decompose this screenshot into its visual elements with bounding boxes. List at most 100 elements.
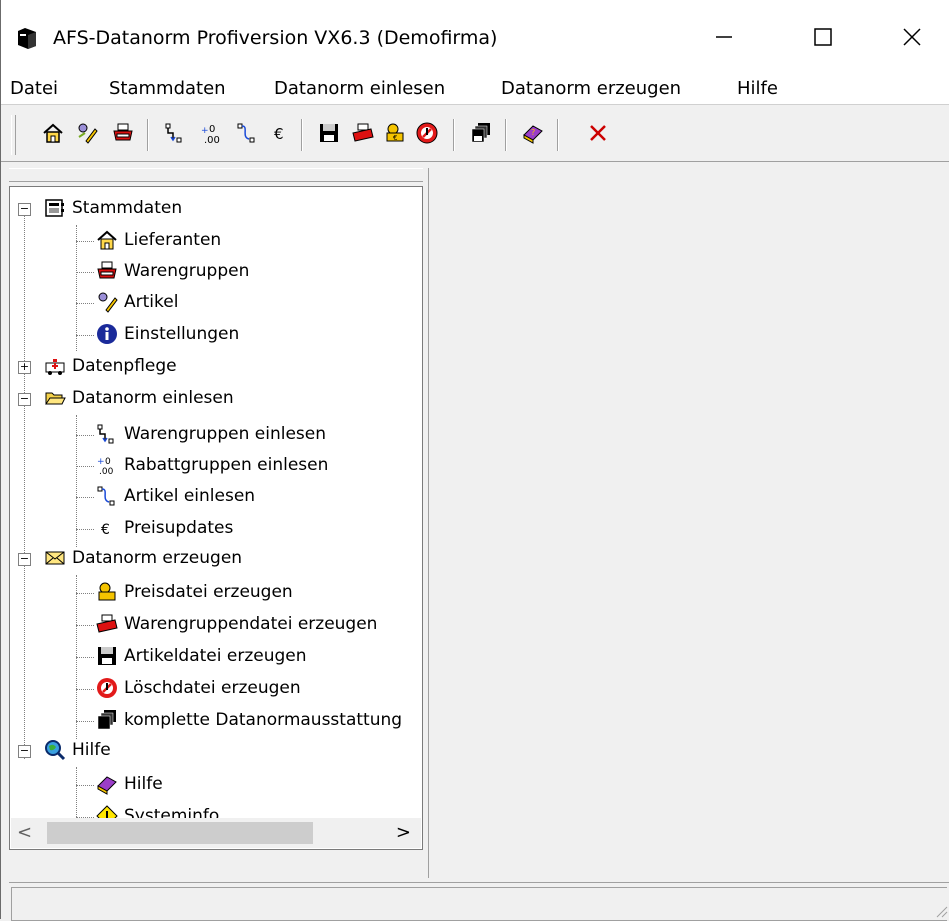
- toolbar: + 0 .00 € € ?: [1, 104, 949, 162]
- toolbar-komplett-button[interactable]: [467, 119, 495, 147]
- tree-line: [76, 225, 77, 351]
- close-icon: [903, 28, 921, 46]
- toolbar-warengruppendatei-button[interactable]: [349, 119, 377, 147]
- tree-label: Datanorm erzeugen: [72, 548, 243, 568]
- horizontal-scrollbar[interactable]: < >: [11, 818, 421, 848]
- tree-label: komplette Datanormausstattung: [124, 710, 403, 730]
- import-groups-icon: [165, 123, 182, 143]
- tree-label: Warengruppendatei erzeugen: [124, 614, 378, 634]
- svg-text:+: +: [97, 457, 105, 467]
- price-file-icon: [98, 582, 116, 601]
- tree-label: Artikeldatei erzeugen: [124, 646, 307, 666]
- tree-line: [76, 435, 94, 436]
- svg-text:.00: .00: [99, 467, 114, 476]
- close-button[interactable]: [889, 14, 935, 60]
- floppy-disk-icon: [320, 124, 338, 142]
- tree-line: [76, 466, 94, 467]
- delete-file-icon: [416, 122, 438, 144]
- edit-icon: [78, 123, 98, 144]
- toolbar-preisdatei-button[interactable]: €: [381, 119, 409, 147]
- tree-line: [76, 721, 94, 722]
- printer-red-icon: [352, 123, 374, 142]
- app-window: AFS-Datanorm Profiversion VX6.3 (Demofir…: [0, 0, 949, 921]
- tree-line: [76, 497, 94, 498]
- tree-line: [76, 241, 94, 242]
- printer-icon: [97, 261, 117, 279]
- printer-icon: [113, 123, 133, 141]
- status-bar: [9, 882, 949, 921]
- svg-text:€: €: [274, 125, 284, 143]
- menu-datei[interactable]: Datei: [10, 76, 58, 104]
- scroll-right-button[interactable]: >: [396, 822, 411, 843]
- toolbar-separator: [453, 119, 455, 151]
- close-x-icon: [590, 125, 606, 141]
- toolbar-separator: [557, 119, 559, 151]
- resize-grip-icon[interactable]: [934, 904, 948, 918]
- toolbar-loeschdatei-button[interactable]: [413, 119, 441, 147]
- envelope-icon: [45, 551, 65, 565]
- edit-icon: [98, 292, 118, 313]
- toolbar-warengruppen-einlesen-button[interactable]: [161, 119, 189, 147]
- import-articles-icon: [237, 123, 255, 143]
- tree-label: Artikel: [124, 292, 179, 312]
- scrollbar-thumb[interactable]: [47, 822, 313, 844]
- toolbar-separator: [505, 119, 507, 151]
- help-book-icon: ?: [523, 125, 543, 144]
- menu-datanorm-erzeugen[interactable]: Datanorm erzeugen: [501, 76, 681, 104]
- tree-line: [76, 657, 94, 658]
- toolbar-lieferanten-button[interactable]: [39, 119, 67, 147]
- toolbar-rabattgruppen-button[interactable]: + 0 .00: [197, 119, 225, 147]
- home-icon: [97, 230, 117, 250]
- toolbar-separator: [301, 119, 303, 151]
- complete-export-icon: [97, 710, 116, 730]
- toolbar-grip[interactable]: [11, 115, 16, 155]
- tree-line: [24, 209, 25, 759]
- toolbar-beenden-button[interactable]: [584, 119, 612, 147]
- printer-red-icon: [96, 614, 118, 633]
- navigation-panel: − + − − − Stammdaten Lieferanten Warengr…: [9, 168, 423, 878]
- toolbar-artikeldatei-button[interactable]: [315, 119, 343, 147]
- toolbar-warengruppen-button[interactable]: [109, 119, 137, 147]
- maximize-button[interactable]: [800, 14, 846, 60]
- scroll-left-button[interactable]: <: [17, 822, 32, 843]
- tree-line: [76, 272, 94, 273]
- toolbar-preisupdates-button[interactable]: €: [265, 119, 293, 147]
- toolbar-hilfe-button[interactable]: ?: [519, 119, 547, 147]
- collapse-einlesen-toggle[interactable]: −: [18, 393, 31, 406]
- status-panel: [11, 887, 947, 921]
- tree-label: Artikel einlesen: [124, 486, 256, 506]
- toolbar-artikel-einlesen-button[interactable]: [233, 119, 261, 147]
- search-globe-icon: [45, 740, 66, 761]
- menu-bar: Datei Stammdaten Datanorm einlesen Datan…: [1, 76, 949, 104]
- tree-line: [76, 625, 94, 626]
- tree-label: Hilfe: [72, 740, 111, 760]
- tree-line: [76, 303, 94, 304]
- collapse-hilfe-toggle[interactable]: −: [18, 745, 31, 758]
- menu-hilfe[interactable]: Hilfe: [737, 76, 778, 104]
- expand-datenpflege-toggle[interactable]: +: [18, 361, 31, 374]
- delete-file-icon: [97, 678, 117, 698]
- minimize-button[interactable]: [701, 14, 747, 60]
- content-area: [428, 168, 949, 878]
- tree-label: Datenpflege: [72, 356, 177, 376]
- svg-text:0: 0: [105, 457, 111, 467]
- tree-label: Preisdatei erzeugen: [124, 582, 293, 602]
- toolbar-separator: [147, 119, 149, 151]
- menu-stammdaten[interactable]: Stammdaten: [109, 76, 226, 104]
- menu-datanorm-einlesen[interactable]: Datanorm einlesen: [274, 76, 445, 104]
- panel-splitter[interactable]: [9, 168, 423, 182]
- complete-export-icon: [471, 123, 490, 143]
- collapse-stammdaten-toggle[interactable]: −: [18, 203, 31, 216]
- svg-text:.00: .00: [204, 135, 220, 145]
- tree-label: Lieferanten: [124, 230, 222, 250]
- ambulance-icon: [45, 359, 65, 375]
- tree-line: [76, 593, 94, 594]
- collapse-erzeugen-toggle[interactable]: −: [18, 553, 31, 566]
- tree-label: Einstellungen: [124, 324, 240, 344]
- euro-icon: €: [274, 125, 284, 143]
- svg-text:€: €: [393, 134, 397, 142]
- toolbar-artikel-button[interactable]: [73, 119, 101, 147]
- price-file-icon: €: [386, 123, 404, 142]
- app-icon: [18, 28, 36, 49]
- tree-label: Warengruppen einlesen: [124, 424, 326, 444]
